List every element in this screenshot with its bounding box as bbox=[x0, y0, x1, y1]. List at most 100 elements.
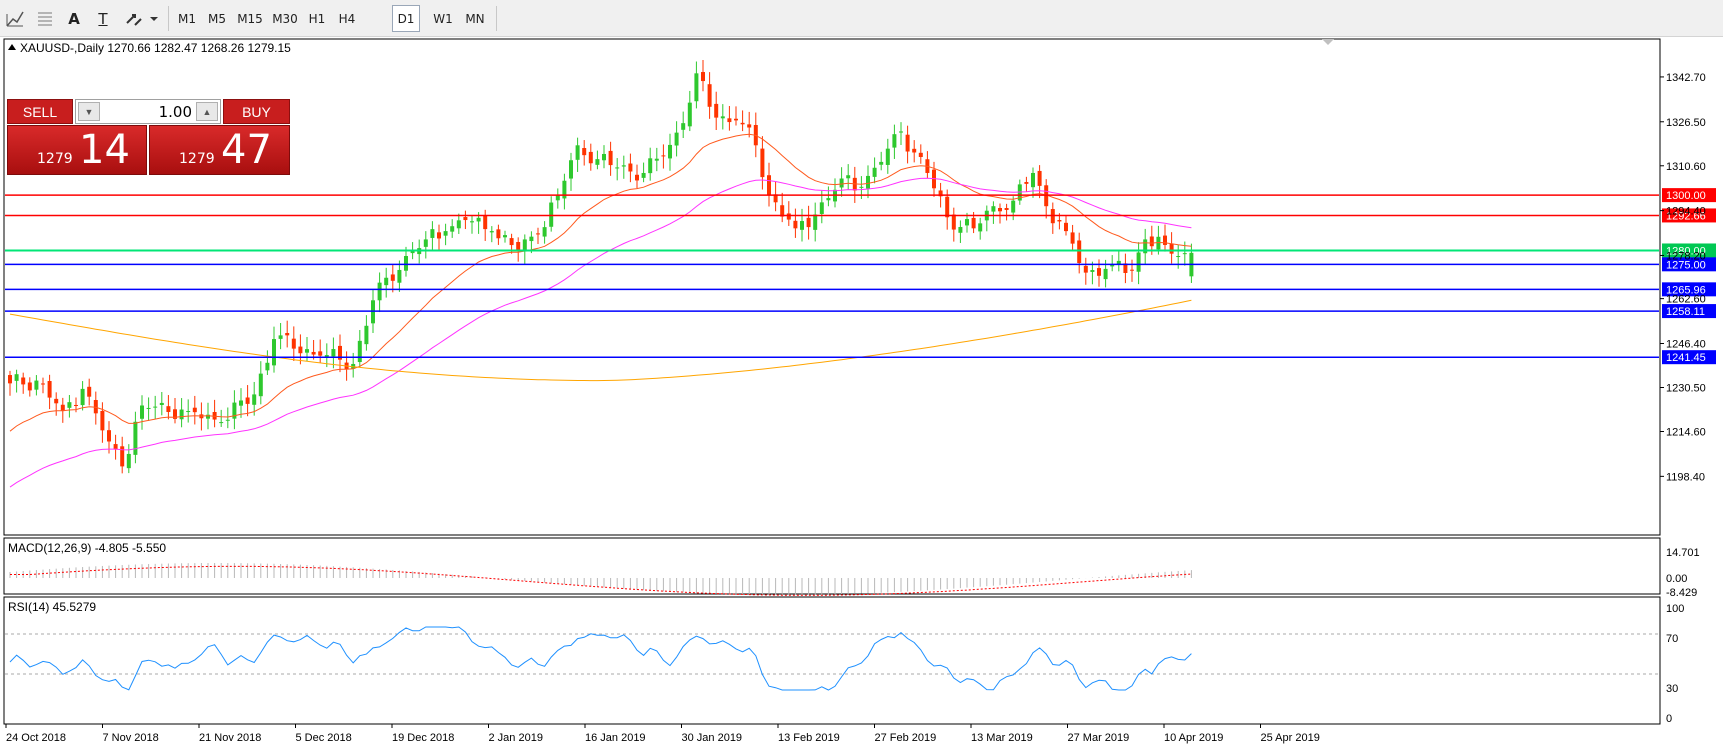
price-tick-label: 1342.70 bbox=[1666, 72, 1706, 84]
text-label-tool-icon[interactable]: T bbox=[93, 5, 113, 32]
candle-body bbox=[1163, 235, 1167, 245]
candle-body bbox=[767, 175, 771, 196]
buy-price-box[interactable]: 1279 47 bbox=[149, 125, 290, 175]
buy-price-prefix: 1279 bbox=[179, 151, 215, 167]
candle-body bbox=[608, 150, 613, 166]
candle-body bbox=[305, 349, 309, 353]
period-d1-button[interactable]: D1 bbox=[392, 5, 420, 32]
candle-body bbox=[800, 221, 804, 230]
level-tag-label: 1300.00 bbox=[1666, 190, 1706, 202]
candle-body bbox=[813, 214, 818, 230]
candle-body bbox=[965, 219, 969, 226]
candle-body bbox=[27, 382, 32, 391]
candle-body bbox=[364, 325, 369, 345]
period-h4-button[interactable]: H4 bbox=[332, 5, 362, 32]
chart-window[interactable]: 1300.00 1292.66 1280.00 1275.00 1265.96 1258.… bbox=[0, 38, 1723, 750]
sell-price-pips: 14 bbox=[79, 127, 130, 173]
objects-list-icon[interactable] bbox=[34, 5, 56, 32]
candle-body bbox=[423, 239, 428, 247]
candle-body bbox=[529, 236, 534, 242]
candle-body bbox=[628, 163, 633, 172]
lot-increase-icon[interactable]: ▲ bbox=[196, 102, 218, 121]
arrows-tool-icon[interactable] bbox=[122, 5, 162, 32]
period-m1-button[interactable]: M1 bbox=[173, 5, 201, 32]
lot-decrease-icon[interactable]: ▼ bbox=[78, 102, 100, 121]
candle-body bbox=[694, 73, 699, 102]
candle-body bbox=[648, 158, 653, 174]
date-tick-label: 27 Feb 2019 bbox=[875, 732, 937, 744]
candle-body bbox=[265, 362, 270, 371]
candle-body bbox=[1130, 269, 1134, 271]
text-tool-icon[interactable]: A bbox=[64, 5, 84, 32]
date-tick-label: 25 Apr 2019 bbox=[1261, 732, 1320, 744]
rsi-axis-label: 100 bbox=[1666, 603, 1684, 615]
price-tick-label: 1278.20 bbox=[1666, 250, 1706, 262]
macd-frame bbox=[3, 537, 1661, 595]
candle-body bbox=[67, 402, 72, 408]
date-tick-label: 13 Mar 2019 bbox=[971, 732, 1033, 744]
candle-body bbox=[357, 340, 362, 363]
candle-body bbox=[674, 132, 679, 146]
candle-body bbox=[509, 238, 514, 246]
candle-body bbox=[21, 377, 26, 385]
candle-body bbox=[542, 227, 547, 237]
candle-body bbox=[859, 186, 864, 188]
candle-body bbox=[331, 349, 336, 357]
one-click-trading-panel: SELL ▼ 1.00 ▲ BUY 1279 14 1279 47 bbox=[7, 99, 290, 175]
candle-body bbox=[602, 153, 606, 161]
macd-axis-label: 0.00 bbox=[1666, 573, 1687, 585]
date-tick-label: 21 Nov 2018 bbox=[199, 732, 261, 744]
rsi-axis-label: 0 bbox=[1666, 713, 1672, 725]
candle-body bbox=[588, 151, 593, 164]
candle-body bbox=[41, 383, 45, 385]
candle-body bbox=[34, 380, 39, 390]
price-tick-label: 1214.60 bbox=[1666, 427, 1706, 439]
level-tag-label: 1258.11 bbox=[1666, 306, 1705, 318]
period-m30-button[interactable]: M30 bbox=[268, 5, 302, 32]
price-tick-label: 1310.60 bbox=[1666, 161, 1706, 173]
candle-body bbox=[489, 231, 494, 233]
candle-body bbox=[146, 407, 151, 409]
toolbar: A T M1 M5 M15 M30 H1 H4 D1 W1 MN bbox=[0, 0, 1723, 37]
sell-price-box[interactable]: 1279 14 bbox=[7, 125, 147, 175]
lot-size-value[interactable]: 1.00 bbox=[159, 103, 192, 121]
candle-body bbox=[443, 231, 448, 236]
candle-body bbox=[654, 158, 659, 161]
candle-body bbox=[727, 118, 732, 123]
rsi-axis-label: 30 bbox=[1666, 683, 1678, 695]
price-tick-label: 1246.40 bbox=[1666, 338, 1706, 350]
period-mn-button[interactable]: MN bbox=[459, 5, 491, 32]
price-tick-label: 1198.40 bbox=[1666, 471, 1705, 483]
period-h1-button[interactable]: H1 bbox=[303, 5, 331, 32]
candle-body bbox=[60, 404, 65, 412]
sell-price-prefix: 1279 bbox=[37, 151, 73, 167]
candle-body bbox=[740, 122, 745, 125]
candle-body bbox=[555, 195, 560, 201]
candle-body bbox=[107, 430, 111, 442]
candle-body bbox=[126, 453, 131, 469]
period-m15-button[interactable]: M15 bbox=[233, 5, 267, 32]
candle-body bbox=[516, 241, 521, 251]
candle-body bbox=[998, 208, 1002, 212]
candle-body bbox=[496, 229, 501, 239]
date-tick-label: 16 Jan 2019 bbox=[585, 732, 646, 744]
candle-body bbox=[225, 419, 230, 421]
period-w1-button[interactable]: W1 bbox=[428, 5, 458, 32]
sell-button[interactable]: SELL bbox=[7, 99, 73, 124]
candle-body bbox=[668, 144, 672, 159]
candle-body bbox=[179, 409, 184, 420]
candle-body bbox=[133, 421, 138, 455]
candle-body bbox=[456, 220, 461, 229]
buy-button[interactable]: BUY bbox=[223, 99, 290, 124]
period-m5-button[interactable]: M5 bbox=[202, 5, 232, 32]
candle-body bbox=[1057, 220, 1062, 222]
lot-size-input[interactable]: ▼ 1.00 ▲ bbox=[75, 99, 221, 124]
candle-body bbox=[470, 221, 474, 223]
candle-body bbox=[951, 214, 956, 230]
rsi-frame bbox=[3, 596, 1661, 725]
date-tick-label: 13 Feb 2019 bbox=[778, 732, 840, 744]
candle-body bbox=[635, 174, 639, 181]
candle-body bbox=[786, 213, 791, 220]
indicators-list-icon[interactable] bbox=[4, 5, 26, 32]
candle-body bbox=[701, 72, 705, 82]
